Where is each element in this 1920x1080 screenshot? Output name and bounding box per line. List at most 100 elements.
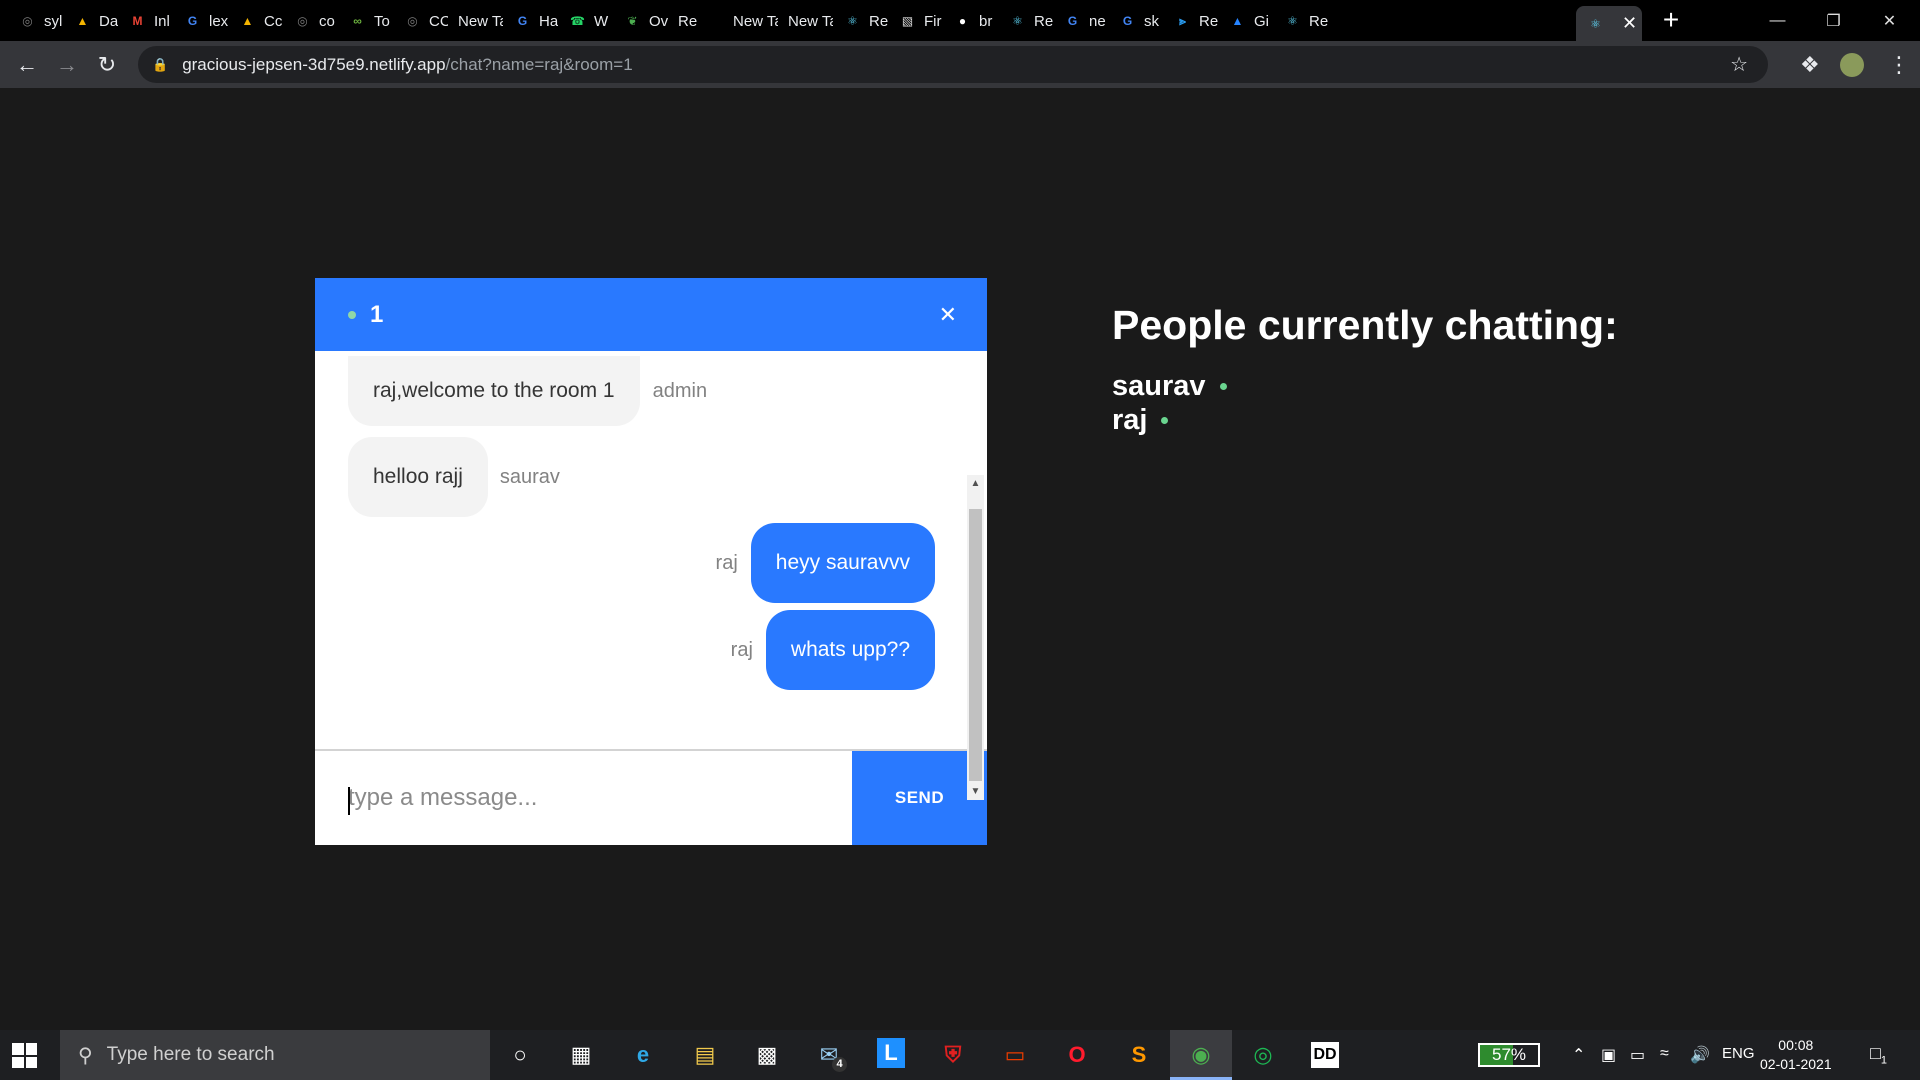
notification-icon[interactable]: □1 bbox=[1870, 1043, 1887, 1067]
scroll-up-arrow-icon[interactable]: ▲ bbox=[967, 475, 984, 492]
lock-icon: 🔒 bbox=[152, 56, 169, 72]
tab-label: Re bbox=[869, 12, 888, 30]
store-icon[interactable]: ▩ bbox=[749, 1038, 785, 1072]
volume-icon[interactable]: 🔊 bbox=[1690, 1045, 1710, 1065]
bookmark-star-icon[interactable]: ☆ bbox=[1730, 52, 1748, 77]
spotify-icon[interactable]: ◎ bbox=[1245, 1038, 1281, 1072]
battery-indicator[interactable]: 57% bbox=[1478, 1043, 1540, 1067]
task-view-icon[interactable]: ▦ bbox=[563, 1038, 599, 1072]
browser-tab[interactable]: ⪢ Re bbox=[1163, 6, 1218, 36]
chrome-icon[interactable]: ◉ bbox=[1183, 1038, 1219, 1072]
drive-icon: ▲ bbox=[241, 14, 254, 28]
browser-tab[interactable]: ▲ Gi bbox=[1218, 6, 1273, 36]
tab-label: lex bbox=[209, 12, 228, 30]
opera-icon[interactable]: O bbox=[1059, 1038, 1095, 1072]
mail-icon[interactable]: ✉ 4 bbox=[811, 1038, 847, 1072]
restore-button[interactable]: ❐ bbox=[1806, 0, 1861, 41]
message-row-admin: raj,welcome to the room 1 admin bbox=[348, 356, 707, 426]
browser-tab[interactable]: ⚛ Re bbox=[998, 6, 1053, 36]
browser-tab[interactable]: ▲ Da bbox=[63, 6, 118, 36]
chat-header: 1 ✕ bbox=[315, 278, 987, 351]
tab-label: Re bbox=[678, 12, 698, 30]
browser-tab[interactable]: Re bbox=[668, 6, 723, 36]
taskbar-search[interactable]: ⚲ Type here to search bbox=[60, 1030, 490, 1080]
google-icon: G bbox=[517, 14, 528, 28]
browser-tab[interactable]: ◎ co bbox=[283, 6, 338, 36]
browser-tab[interactable]: ◎ CC bbox=[393, 6, 448, 36]
browser-tab[interactable]: ▲ Cc bbox=[228, 6, 283, 36]
atlassian-icon: ▲ bbox=[1231, 14, 1244, 28]
browser-tab[interactable]: New Ta bbox=[723, 6, 778, 36]
browser-tab[interactable]: ◎ syl bbox=[8, 6, 63, 36]
close-window-button[interactable]: ✕ bbox=[1862, 0, 1917, 41]
tab-label: sk bbox=[1144, 12, 1159, 30]
launcher-l-icon[interactable]: L bbox=[877, 1038, 905, 1068]
cortana-icon[interactable]: ○ bbox=[502, 1038, 538, 1072]
browser-tab[interactable]: G Ha bbox=[503, 6, 558, 36]
browser-tab[interactable]: ● br bbox=[943, 6, 998, 36]
reload-button[interactable]: ↻ bbox=[91, 49, 123, 81]
tab-label: Re bbox=[1199, 12, 1218, 30]
room-name: 1 bbox=[370, 300, 384, 328]
wifi-icon[interactable]: ≈ bbox=[1660, 1045, 1669, 1063]
show-hidden-icons-icon[interactable]: ⌃ bbox=[1572, 1045, 1585, 1065]
react-icon: ⚛ bbox=[1287, 14, 1298, 28]
message-row-saurav: helloo rajj saurav bbox=[348, 437, 560, 517]
file-explorer-icon[interactable]: ▤ bbox=[687, 1038, 723, 1072]
message-bubble: whats upp?? bbox=[765, 610, 935, 690]
globe-icon: ◎ bbox=[22, 14, 33, 28]
browser-tab[interactable]: ▧ Fir bbox=[888, 6, 943, 36]
extensions-puzzle-icon[interactable]: ❖ bbox=[1800, 52, 1820, 78]
windows-start-icon[interactable] bbox=[12, 1043, 37, 1068]
browser-tab[interactable]: ☎ W bbox=[558, 6, 613, 36]
tab-label: Ha bbox=[539, 12, 558, 30]
message-list[interactable]: raj,welcome to the room 1 admin helloo r… bbox=[315, 351, 987, 739]
message-bubble: raj,welcome to the room 1 bbox=[348, 356, 640, 426]
minimize-button[interactable]: — bbox=[1750, 0, 1805, 41]
system-clock[interactable]: 00:08 02-01-2021 bbox=[1760, 1036, 1832, 1074]
address-bar[interactable]: 🔒 gracious-jepsen-3d75e9.netlify.app/cha… bbox=[138, 46, 1768, 83]
scroll-down-arrow-icon[interactable]: ▼ bbox=[967, 783, 984, 800]
github-icon: ● bbox=[958, 14, 967, 28]
message-scrollbar[interactable]: ▲ ▼ bbox=[967, 475, 984, 800]
close-chat-button[interactable]: ✕ bbox=[939, 302, 957, 328]
message-composer: SEND bbox=[315, 749, 987, 845]
user-name: raj bbox=[1112, 404, 1148, 436]
edge-icon[interactable]: e bbox=[625, 1038, 661, 1072]
close-tab-icon[interactable]: ✕ bbox=[1622, 13, 1637, 34]
message-input[interactable] bbox=[315, 751, 852, 845]
browser-tab[interactable]: ⚛ Re bbox=[1273, 6, 1328, 36]
browser-tab[interactable]: New Ta bbox=[448, 6, 503, 36]
people-panel: People currently chatting: saurav raj bbox=[1112, 302, 1618, 437]
tab-active-chat[interactable]: ⚛ ✕ bbox=[1576, 6, 1642, 41]
office-icon[interactable]: ▭ bbox=[997, 1038, 1033, 1072]
profile-avatar[interactable] bbox=[1840, 53, 1864, 77]
back-button[interactable]: ← bbox=[11, 49, 43, 81]
tab-label: br bbox=[979, 12, 993, 30]
tab-label: Re bbox=[1309, 12, 1328, 30]
menu-kebab-icon[interactable]: ⋮ bbox=[1888, 52, 1910, 78]
new-tab-button[interactable]: + bbox=[1656, 5, 1686, 35]
scrollbar-thumb[interactable] bbox=[969, 509, 982, 781]
tab-label: New Ta bbox=[788, 12, 833, 30]
text-caret bbox=[348, 787, 350, 815]
browser-tab[interactable]: ❦ Ov bbox=[613, 6, 668, 36]
browser-tab[interactable]: M Inl bbox=[118, 6, 173, 36]
sublime-icon[interactable]: S bbox=[1121, 1038, 1157, 1072]
browser-tab[interactable]: New Ta bbox=[778, 6, 833, 36]
browser-tab[interactable]: ∞ To bbox=[338, 6, 393, 36]
meet-now-icon[interactable]: ▣ bbox=[1601, 1045, 1616, 1065]
mcafee-icon[interactable]: ⛨ bbox=[935, 1038, 971, 1072]
forward-button[interactable]: → bbox=[51, 49, 83, 81]
user-name: saurav bbox=[1112, 370, 1206, 402]
browser-tab[interactable]: ⚛ Re bbox=[833, 6, 888, 36]
browser-tab[interactable]: Gsk bbox=[1108, 6, 1163, 36]
battery-icon[interactable]: ▭ bbox=[1630, 1045, 1645, 1065]
dolby-icon[interactable]: DD bbox=[1311, 1042, 1339, 1068]
message-sender: raj bbox=[715, 551, 738, 574]
browser-tab[interactable]: Gne bbox=[1053, 6, 1108, 36]
mail-badge: 4 bbox=[832, 1057, 847, 1072]
language-indicator[interactable]: ENG bbox=[1722, 1045, 1755, 1062]
browser-tab[interactable]: Glex bbox=[173, 6, 228, 36]
google-icon: G bbox=[1067, 14, 1078, 28]
